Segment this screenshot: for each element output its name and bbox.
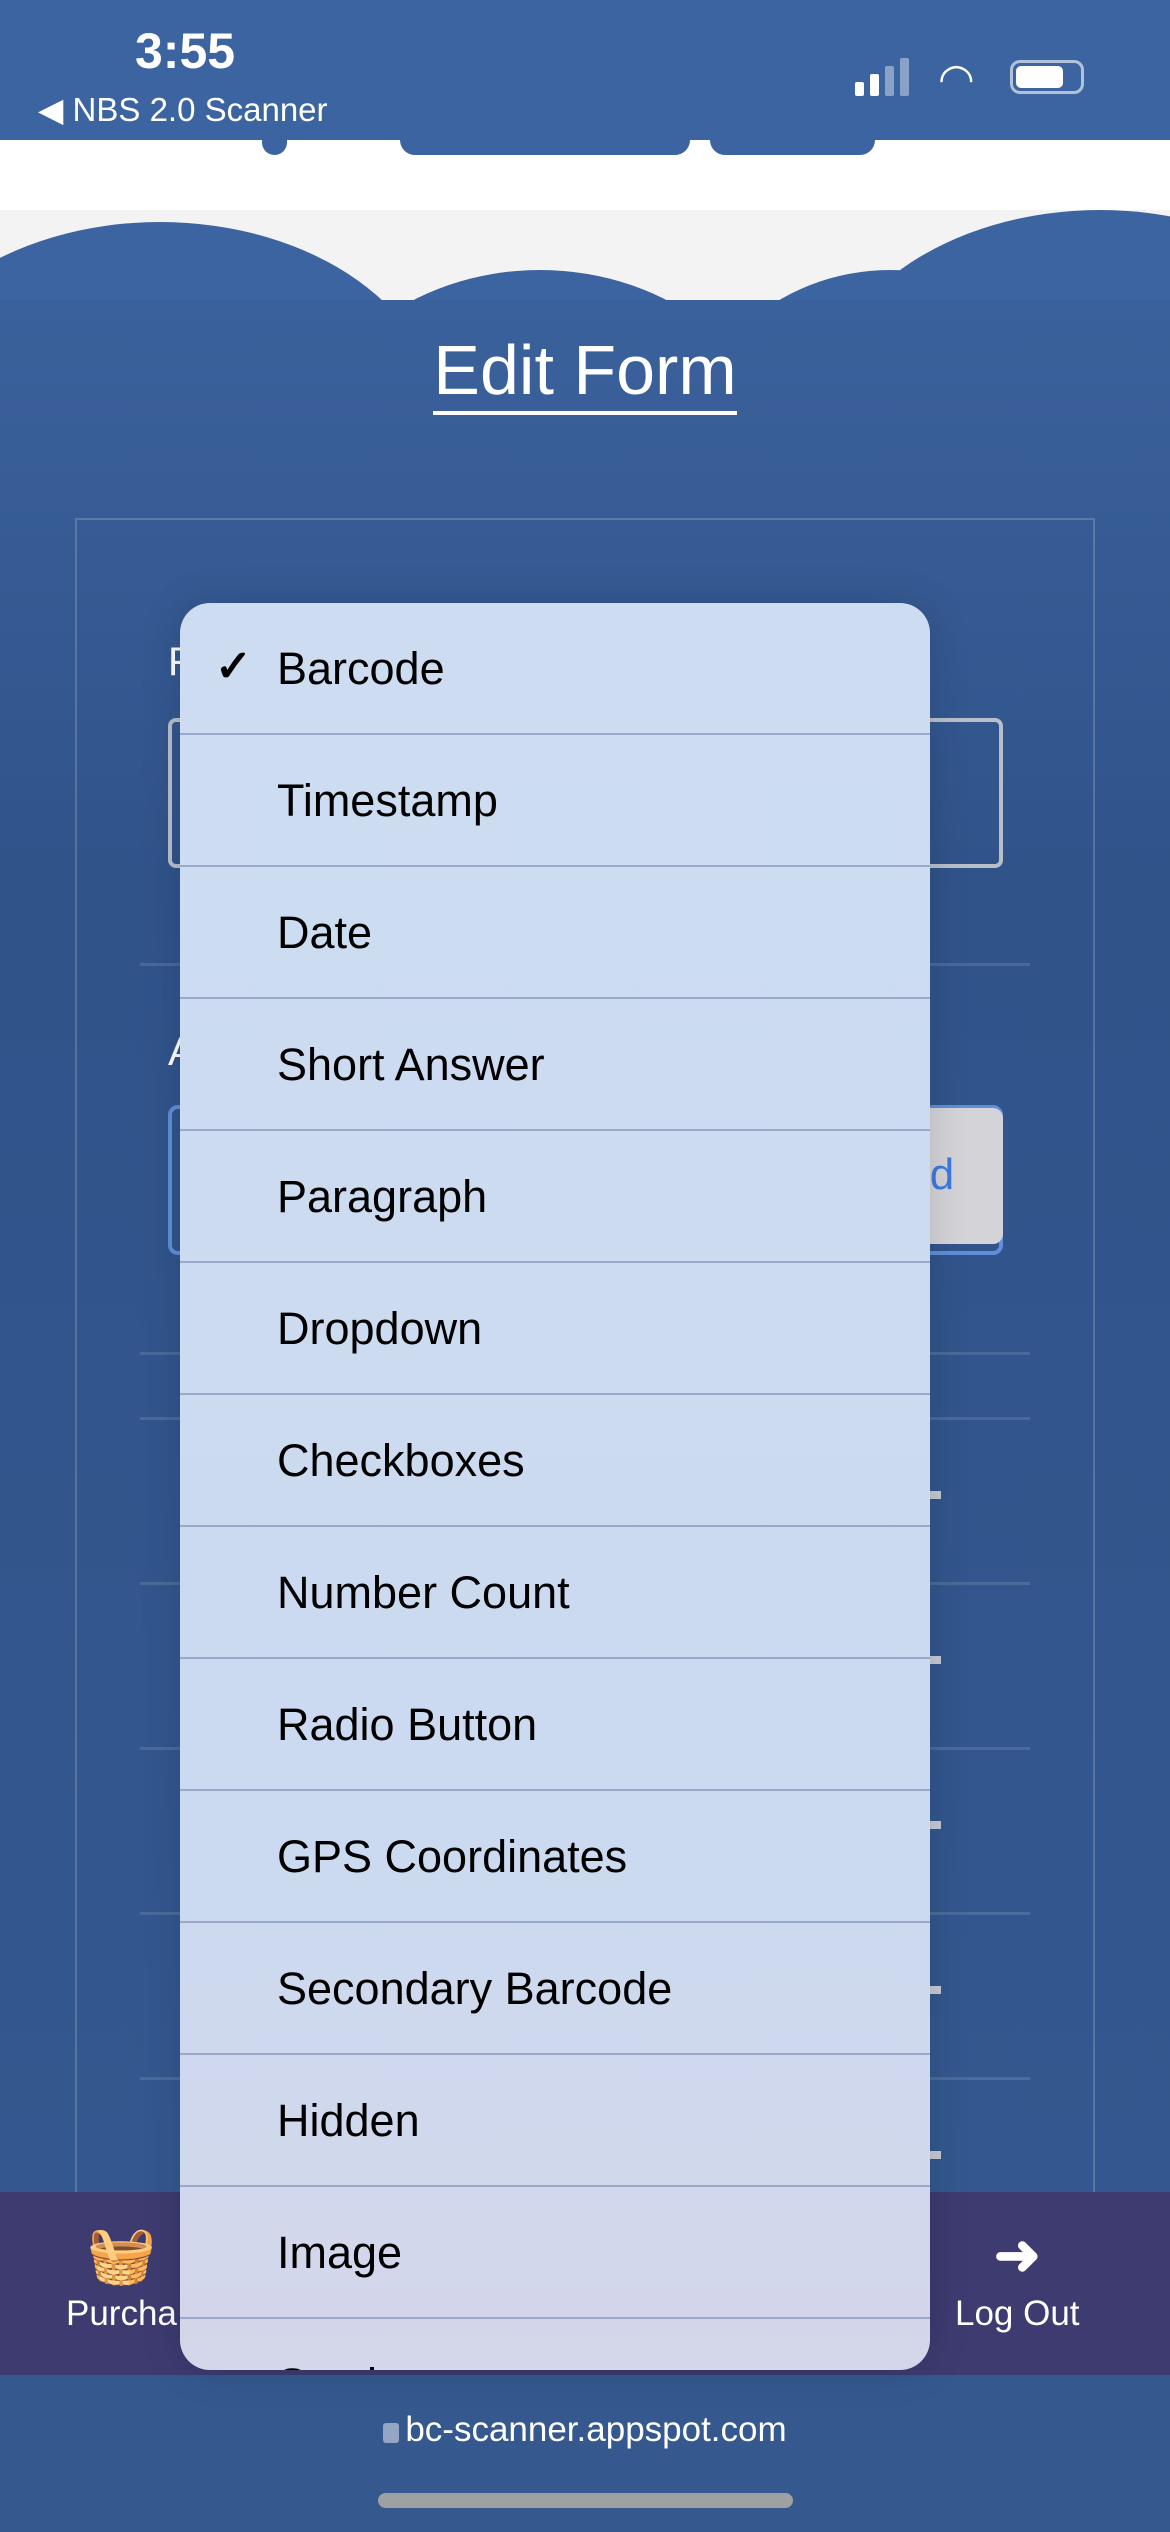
- dropdown-option-label: Dropdown: [277, 1303, 483, 1354]
- lock-icon: [383, 2423, 400, 2443]
- field-type-dropdown-menu: ✓ Barcode Timestamp Date Short Answer Paragra…: [180, 603, 930, 2370]
- dropdown-option[interactable]: Radio Button: [180, 1659, 930, 1791]
- dropdown-option[interactable]: Number Count: [180, 1527, 930, 1659]
- dropdown-option-label: Barcode: [277, 643, 445, 694]
- dropdown-option[interactable]: ✓ Barcode: [180, 603, 930, 735]
- status-bar: 3:55 ◀ NBS 2.0 Scanner ◠: [0, 0, 1170, 140]
- battery-icon: [1010, 60, 1084, 94]
- dropdown-option-label: Checkboxes: [277, 1435, 525, 1486]
- url-text: bc-scanner.appspot.com: [405, 2410, 787, 2449]
- dropdown-option[interactable]: Hidden: [180, 2055, 930, 2187]
- dropdown-option[interactable]: Paragraph: [180, 1131, 930, 1263]
- checkmark-icon: ✓: [215, 642, 252, 691]
- dropdown-option[interactable]: Timestamp: [180, 735, 930, 867]
- dropdown-option-label: Radio Button: [277, 1699, 538, 1750]
- dropdown-option[interactable]: Short Answer: [180, 999, 930, 1131]
- dropdown-option-label: GPS Coordinates: [277, 1831, 628, 1882]
- dropdown-option-label: Timestamp: [277, 775, 498, 826]
- dropdown-option[interactable]: Dropdown: [180, 1263, 930, 1395]
- nav-purchase[interactable]: 🧺 Purcha: [66, 2222, 177, 2334]
- sign-out-icon: ➜: [993, 2223, 1041, 2286]
- dropdown-option-label: Hidden: [277, 2095, 420, 2146]
- back-app-label: NBS 2.0 Scanner: [72, 91, 328, 128]
- dropdown-option[interactable]: Secondary Barcode: [180, 1923, 930, 2055]
- logo-fragment: [710, 140, 875, 155]
- dropdown-option-label: Paragraph: [277, 1171, 488, 1222]
- home-indicator[interactable]: [378, 2493, 793, 2508]
- basket-icon: 🧺: [86, 2223, 157, 2286]
- dropdown-option-label: Stock: [277, 2359, 390, 2370]
- dropdown-option[interactable]: Date: [180, 867, 930, 999]
- dropdown-option-label: Date: [277, 907, 373, 958]
- wifi-icon: ◠: [938, 55, 975, 102]
- dropdown-option-label: Short Answer: [277, 1039, 545, 1090]
- nav-purchase-label: Purcha: [66, 2294, 177, 2333]
- nav-logout[interactable]: ➜ Log Out: [955, 2222, 1080, 2334]
- dropdown-option[interactable]: Checkboxes: [180, 1395, 930, 1527]
- dropdown-option-label: Secondary Barcode: [277, 1963, 673, 2014]
- nav-logout-label: Log Out: [955, 2294, 1080, 2333]
- dropdown-option[interactable]: Stock: [180, 2319, 930, 2370]
- dropdown-option[interactable]: GPS Coordinates: [180, 1791, 930, 1923]
- clock: 3:55: [135, 23, 236, 79]
- page-title: Edit Form: [0, 330, 1170, 415]
- dropdown-option-label: Image: [277, 2227, 403, 2278]
- dropdown-option[interactable]: Image: [180, 2187, 930, 2319]
- back-to-app-link[interactable]: ◀ NBS 2.0 Scanner: [38, 90, 328, 129]
- dropdown-option-label: Number Count: [277, 1567, 570, 1618]
- address-bar[interactable]: bc-scanner.appspot.com: [0, 2410, 1170, 2450]
- logo-fragment: [400, 140, 690, 155]
- signal-icon: [855, 58, 909, 96]
